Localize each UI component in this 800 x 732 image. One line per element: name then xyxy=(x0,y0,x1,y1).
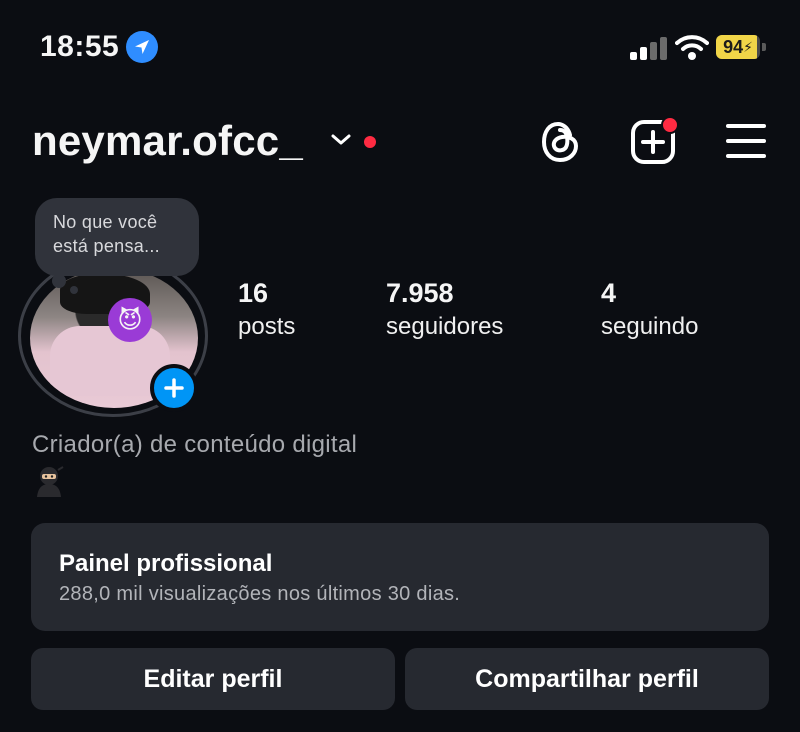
cellular-signal-icon xyxy=(630,36,670,60)
battery-level: 94 xyxy=(723,36,744,57)
stat-followers[interactable]: 7.958 seguidores xyxy=(386,276,503,344)
stat-following-value: 4 xyxy=(601,278,617,308)
stat-posts-label: posts xyxy=(238,313,296,340)
battery-charging-icon: 94 ⚡ xyxy=(716,35,768,59)
stat-posts-value: 16 xyxy=(238,278,269,308)
location-arrow-icon xyxy=(126,31,158,63)
devil-emoji-sticker: 😈 xyxy=(108,298,152,342)
professional-dashboard-card[interactable]: Painel profissional 288,0 mil visualizaç… xyxy=(31,523,769,631)
account-notification-dot xyxy=(364,136,376,148)
note-placeholder: No que você está pensa... xyxy=(53,212,160,256)
status-bar: 18:55 94 ⚡ xyxy=(0,0,800,90)
stat-followers-label: seguidores xyxy=(386,313,504,340)
profile-category: Criador(a) de conteúdo digital xyxy=(32,431,358,458)
stat-followers-value: 7.958 xyxy=(386,278,454,308)
plus-icon xyxy=(164,378,184,398)
add-story-button[interactable] xyxy=(150,364,198,412)
profile-username[interactable]: neymar.ofcc_ xyxy=(32,117,303,165)
threads-icon[interactable] xyxy=(540,121,580,163)
stat-following-label: seguindo xyxy=(601,313,699,340)
wifi-icon xyxy=(675,33,709,61)
stat-following[interactable]: 4 seguindo xyxy=(601,276,698,344)
create-notification-dot xyxy=(661,116,679,134)
hamburger-menu-icon[interactable] xyxy=(726,124,766,158)
stat-posts[interactable]: 16 posts xyxy=(238,276,295,344)
edit-profile-button[interactable]: Editar perfil xyxy=(31,648,395,710)
panel-subtitle: 288,0 mil visualizações nos últimos 30 d… xyxy=(59,583,461,605)
panel-title: Painel profissional xyxy=(59,550,273,577)
chevron-down-icon[interactable] xyxy=(330,132,352,148)
ninja-emoji xyxy=(32,464,66,498)
status-time: 18:55 xyxy=(40,30,120,63)
note-bubble[interactable]: No que você está pensa... xyxy=(35,198,199,276)
share-profile-button[interactable]: Compartilhar perfil xyxy=(405,648,769,710)
